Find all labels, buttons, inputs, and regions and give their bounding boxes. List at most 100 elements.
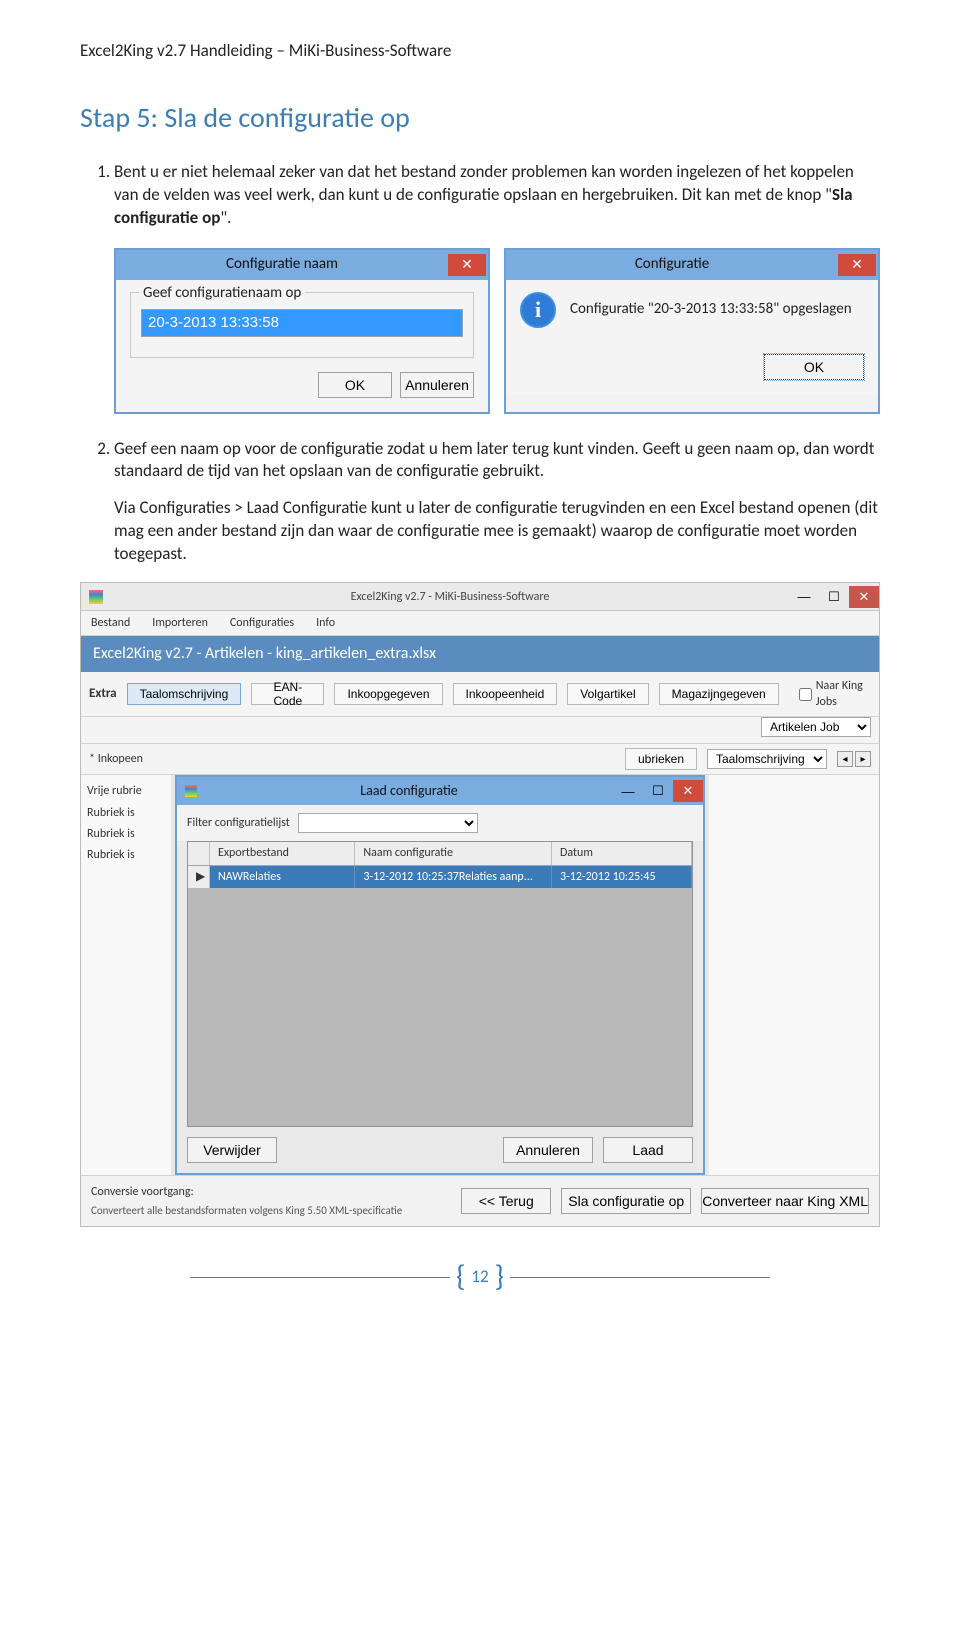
close-icon[interactable]: ✕ [849, 586, 879, 608]
maximize-icon[interactable]: ☐ [643, 780, 673, 802]
app-icon [89, 590, 103, 604]
col-naam[interactable]: Naam configuratie [355, 842, 552, 864]
toolbar-job: Artikelen Job [81, 717, 879, 744]
info-icon: i [520, 292, 556, 328]
save-config-button[interactable]: Sla configuratie op [561, 1188, 691, 1214]
minimize-icon[interactable]: — [613, 780, 643, 802]
app-footer: Conversie voortgang: Converteert alle be… [81, 1175, 879, 1226]
grid-empty-area [188, 888, 692, 1127]
row2-select[interactable]: Taalomschrijving 1 [707, 749, 827, 769]
list-item-1: Bent u er niet helemaal zeker van dat he… [114, 161, 880, 414]
tab-taalomschrijving[interactable]: Taalomschrijving [127, 683, 242, 705]
maximize-icon[interactable]: ☐ [819, 586, 849, 608]
inner-titlebar[interactable]: Laad configuratie — ☐ ✕ [177, 777, 703, 805]
minimize-icon[interactable]: — [789, 586, 819, 608]
app-icon [185, 785, 197, 797]
dialog-config-name: Configuratie naam ✕ Geef configuratienaa… [114, 248, 490, 414]
side-3: Rubriek is [87, 847, 165, 863]
dialog1-body: Geef configuratienaam op OK Annuleren [116, 280, 488, 412]
inner-window: Laad configuratie — ☐ ✕ Filter configura… [175, 775, 705, 1175]
page-number: 12 [471, 1266, 488, 1289]
p1-post: ". [220, 207, 231, 228]
row-datum: 3-12-2012 10:25:45 [552, 866, 692, 888]
app-menu: Bestand Importeren Configuraties Info [81, 611, 879, 636]
inner-button-row: Verwijder Annuleren Laad [177, 1127, 703, 1173]
tab-inkoopgegeven[interactable]: Inkoopgegeven [334, 683, 442, 705]
tab-scrollers: ◂ ▸ [837, 751, 871, 767]
bracket-right-icon: } [489, 1257, 510, 1298]
app-window-controls: — ☐ ✕ [789, 586, 879, 608]
dialog2-titlebar[interactable]: Configuratie ✕ [506, 250, 878, 280]
row-naam: 3-12-2012 10:25:37Relaties aanp... [355, 866, 552, 888]
convert-button[interactable]: Converteer naar King XML [701, 1188, 869, 1214]
row-marker: ▶ [188, 866, 210, 888]
row-exportbestand: NAWRelaties [210, 866, 355, 888]
delete-button[interactable]: Verwijder [187, 1137, 277, 1163]
grid-row-selected[interactable]: ▶ NAWRelaties 3-12-2012 10:25:37Relaties… [188, 866, 692, 888]
toolbar-tabs: Extra Taalomschrijving EAN-Code Inkoopge… [81, 672, 879, 717]
row2-ubrieken-btn[interactable]: ubrieken [625, 748, 697, 770]
filter-label: Filter configuratielijst [187, 815, 290, 831]
tab-volgartikel[interactable]: Volgartikel [567, 683, 648, 705]
dialog-config-saved: Configuratie ✕ i Configuratie "20-3-2013… [504, 248, 880, 414]
close-icon[interactable]: ✕ [448, 254, 486, 276]
filter-row: Filter configuratielijst [177, 805, 703, 841]
right-side [709, 775, 879, 1175]
scroll-left-icon[interactable]: ◂ [837, 751, 853, 767]
footer-progress-label: Conversie voortgang: [91, 1184, 402, 1200]
ok-button[interactable]: OK [764, 354, 864, 380]
toolbar-row2: * Inkopeen ubrieken Taalomschrijving 1 ◂… [81, 744, 879, 775]
doc-header: Excel2King v2.7 Handleiding – MiKi-Busin… [80, 40, 880, 63]
config-name-input[interactable] [141, 309, 463, 337]
app-titlebar[interactable]: Excel2King v2.7 - MiKi-Business-Software… [81, 583, 879, 611]
config-grid[interactable]: Exportbestand Naam configuratie Datum ▶ … [187, 841, 693, 1127]
col-marker [188, 842, 210, 864]
back-button[interactable]: << Terug [461, 1188, 551, 1214]
para2: Geef een naam op voor de configuratie zo… [114, 438, 874, 482]
dialog1-titlebar[interactable]: Configuratie naam ✕ [116, 250, 488, 280]
tab-magazijngegeven[interactable]: Magazijngegeven [659, 683, 779, 705]
chk-naar-king[interactable]: Naar King Jobs [799, 678, 871, 710]
close-icon[interactable]: ✕ [673, 780, 703, 802]
load-button[interactable]: Laad [603, 1137, 693, 1163]
cancel-button[interactable]: Annuleren [503, 1137, 593, 1163]
extra-label: Extra [89, 685, 117, 703]
tab-inkoopeenheid[interactable]: Inkoopeenheid [453, 683, 558, 705]
menu-info[interactable]: Info [316, 615, 335, 631]
menu-configuraties[interactable]: Configuraties [230, 615, 294, 631]
list-item-2: Geef een naam op voor de configuratie zo… [114, 438, 880, 567]
grid-header: Exportbestand Naam configuratie Datum [188, 842, 692, 865]
ok-button[interactable]: OK [318, 372, 392, 398]
app-title: Excel2King v2.7 - MiKi-Business-Software [111, 589, 789, 605]
para3: Via Configuraties > Laad Configuratie ku… [114, 497, 880, 566]
dialogs-row: Configuratie naam ✕ Geef configuratienaa… [114, 248, 880, 414]
main-ordered-list: Bent u er niet helemaal zeker van dat he… [80, 161, 880, 567]
menu-importeren[interactable]: Importeren [152, 615, 208, 631]
chk-naar-king-input[interactable] [799, 688, 812, 701]
p1-pre: Bent u er niet helemaal zeker van dat he… [114, 161, 854, 205]
col-exportbestand[interactable]: Exportbestand [210, 842, 355, 864]
dialog1-groupbox: Geef configuratienaam op [130, 292, 474, 358]
dialog2-title: Configuratie [506, 254, 838, 274]
inner-window-controls: — ☐ ✕ [613, 780, 703, 802]
chk-naar-king-label: Naar King Jobs [816, 678, 871, 710]
filter-select[interactable] [298, 813, 478, 833]
tab-eancode[interactable]: EAN-Code [251, 683, 324, 705]
footer-spec: Converteert alle bestandsformaten volgen… [91, 1204, 402, 1219]
side-col: Vrije rubrie Rubriek is Rubriek is Rubri… [81, 775, 171, 1175]
app-window: Excel2King v2.7 - MiKi-Business-Software… [80, 582, 880, 1227]
dialog2-message: Configuratie "20-3-2013 13:33:58" opgesl… [570, 299, 864, 319]
content-row: Vrije rubrie Rubriek is Rubriek is Rubri… [81, 775, 879, 1175]
close-icon[interactable]: ✕ [838, 254, 876, 276]
inner-title: Laad configuratie [205, 782, 613, 801]
side-0: Vrije rubrie [87, 783, 165, 799]
cancel-button[interactable]: Annuleren [400, 372, 474, 398]
col-datum[interactable]: Datum [552, 842, 692, 864]
side-2: Rubriek is [87, 826, 165, 842]
job-select[interactable]: Artikelen Job [761, 717, 871, 737]
app-band: Excel2King v2.7 - Artikelen - king_artik… [81, 636, 879, 672]
dialog2-info-row: i Configuratie "20-3-2013 13:33:58" opge… [520, 292, 864, 328]
dialog1-legend: Geef configuratienaam op [139, 283, 305, 303]
menu-bestand[interactable]: Bestand [91, 615, 130, 631]
scroll-right-icon[interactable]: ▸ [855, 751, 871, 767]
